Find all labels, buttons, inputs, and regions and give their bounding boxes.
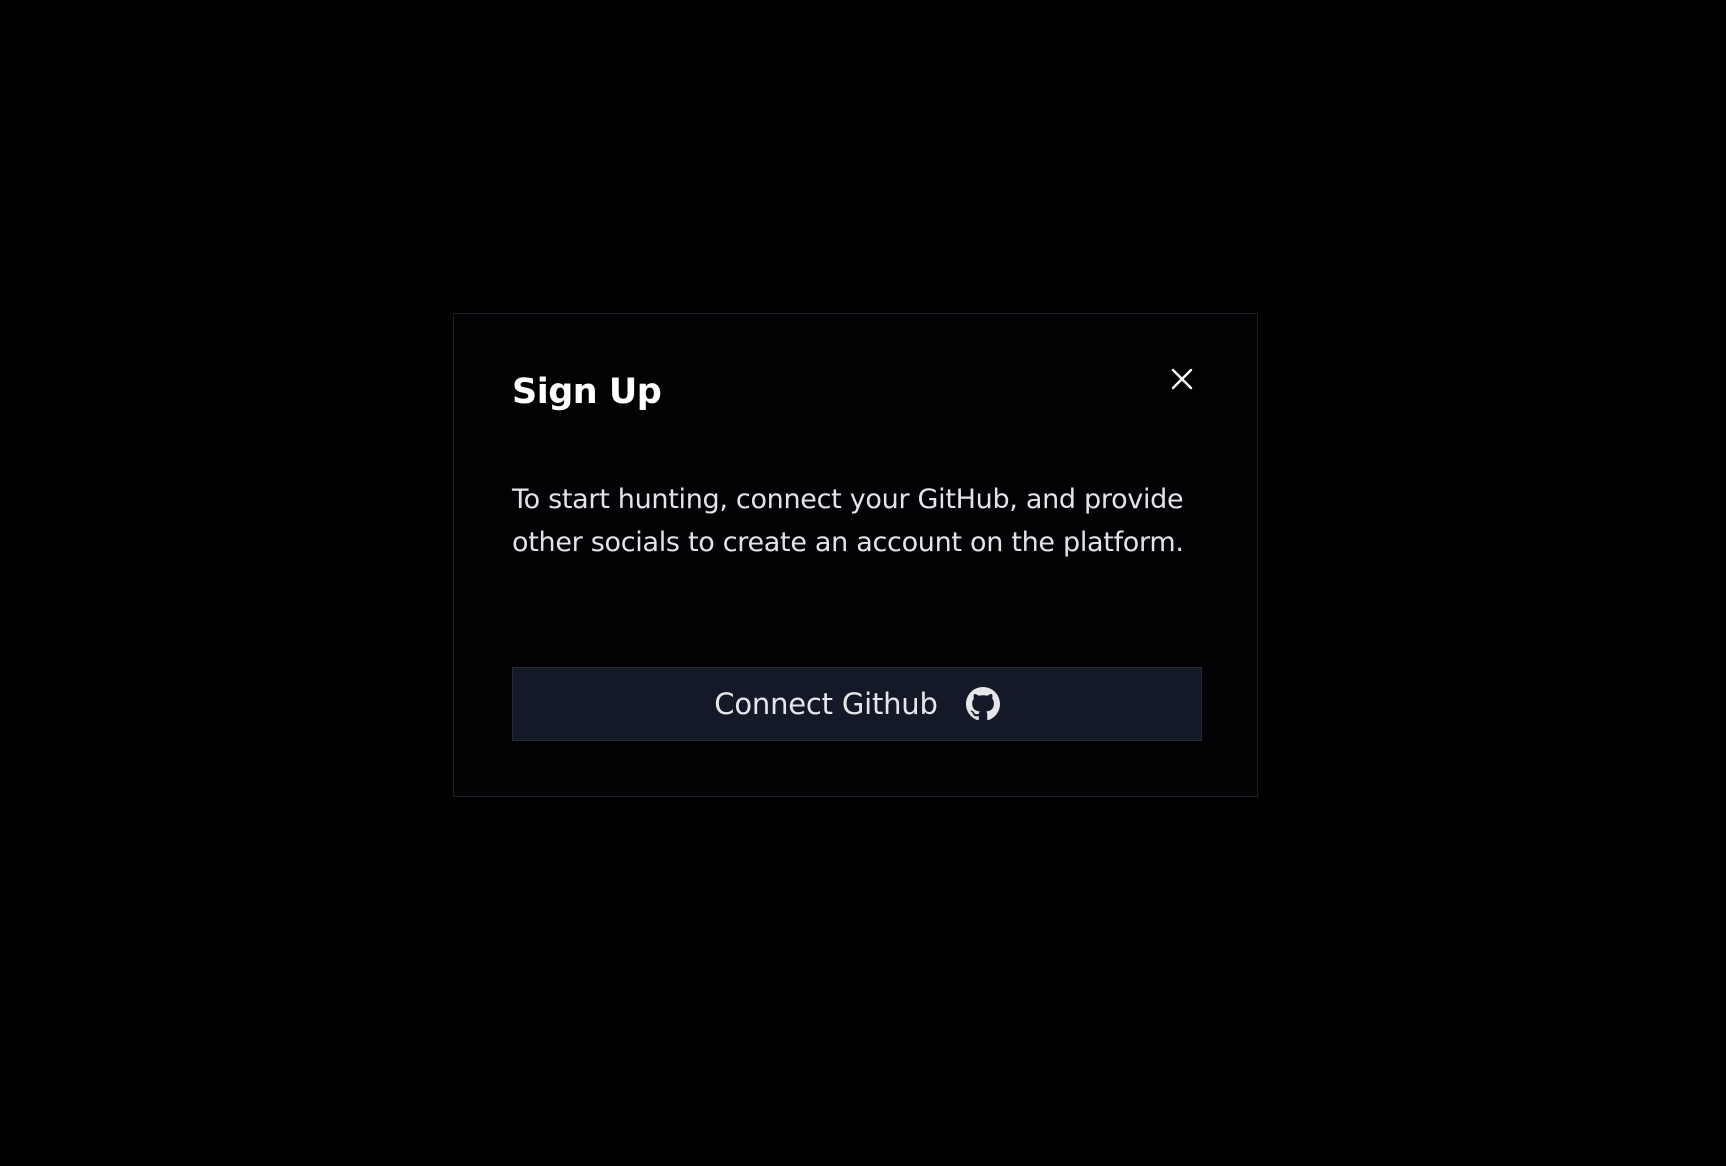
sign-up-modal: Sign Up To start hunting, connect your G…	[453, 313, 1258, 797]
modal-title: Sign Up	[512, 372, 662, 412]
close-button[interactable]	[1157, 354, 1207, 404]
connect-github-label: Connect Github	[714, 687, 938, 721]
github-icon	[965, 687, 1000, 721]
modal-description: To start hunting, connect your GitHub, a…	[512, 484, 1184, 558]
close-icon	[1170, 367, 1194, 391]
connect-github-button[interactable]: Connect Github	[512, 667, 1202, 741]
